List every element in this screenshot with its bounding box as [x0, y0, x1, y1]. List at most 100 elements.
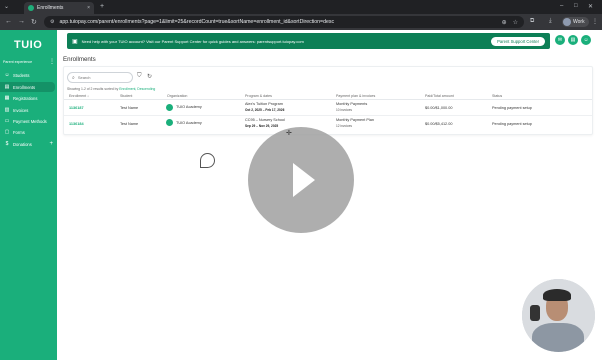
section-label: Parent experience	[3, 60, 33, 64]
expand-plus-icon[interactable]: +	[49, 141, 53, 147]
col-header-enrollment[interactable]: Enrollment ↓	[69, 94, 89, 98]
sidebar: TUIO Parent experience ⋮ ☺ Students ▤ En…	[0, 30, 57, 360]
webcam-person-body	[532, 323, 584, 352]
account-icon[interactable]: ☺	[581, 35, 591, 45]
microphone-icon	[530, 305, 540, 321]
browser-tabbar: ⌄ Enrollments × + – □ ✕	[0, 0, 602, 14]
parent-support-center-button[interactable]: Parent Support Center	[491, 36, 545, 46]
status-text: Pending payment setup	[492, 122, 532, 126]
payment-plan: Monthly Payments	[336, 102, 368, 106]
status-text: Pending payment setup	[492, 106, 532, 110]
sidebar-item-label: Forms	[13, 129, 25, 135]
org-logo	[166, 119, 173, 126]
browser-tab[interactable]: Enrollments ×	[24, 2, 94, 14]
browser-toolbar: ← → ↻ ⚙ app.tuiopay.com/parent/enrollmen…	[0, 14, 602, 30]
support-banner: ▣ Need help with your TUIO account? Visi…	[67, 33, 550, 49]
sidebar-item-label: Enrollments	[13, 84, 36, 90]
tab-favicon-icon	[28, 5, 34, 11]
sidebar-item-label: Students	[13, 72, 30, 78]
profile-avatar	[563, 18, 571, 26]
forward-icon[interactable]: →	[18, 18, 25, 25]
page-title: Enrollments	[63, 56, 96, 63]
cursor-icon: ✛	[286, 130, 292, 137]
org-logo	[166, 104, 173, 111]
reload-icon[interactable]: ↻	[31, 18, 37, 26]
site-info-icon[interactable]: ⚙	[50, 19, 54, 25]
bookmark-star-icon[interactable]: ☆	[513, 19, 518, 26]
enrollment-id-link[interactable]: 1136184	[69, 122, 84, 126]
dollar-icon: $	[5, 141, 9, 147]
url-text: app.tuiopay.com/parent/enrollments?page=…	[59, 19, 335, 25]
program-name: CC95 – Nursery School	[245, 118, 285, 122]
col-header-status[interactable]: Status	[492, 94, 502, 98]
organization-name: TUIO Academy	[176, 105, 202, 109]
speech-bubble-icon	[200, 153, 215, 168]
download-icon[interactable]: ⤓	[549, 18, 552, 25]
user-icon: ☺	[4, 72, 10, 78]
search-box[interactable]: ⌕	[67, 72, 133, 83]
row-divider	[64, 115, 592, 116]
tab-title: Enrollments	[37, 5, 64, 11]
filter-icon[interactable]: ⛉	[137, 73, 142, 80]
col-header-organization[interactable]: Organization	[167, 94, 187, 98]
chat-icon[interactable]: ✉	[555, 35, 565, 45]
maximize-icon[interactable]: □	[574, 3, 578, 9]
sidebar-item-label: Registrations	[13, 95, 38, 101]
program-dates: Sep 29 – Nov 29, 2025	[245, 124, 279, 128]
enrollment-id-link[interactable]: 1136187	[69, 106, 84, 110]
tuio-logo[interactable]: TUIO	[14, 39, 42, 51]
refresh-icon[interactable]: ↻	[147, 73, 152, 80]
col-header-program[interactable]: Program & dates	[245, 94, 272, 98]
info-icon: ▣	[72, 38, 78, 45]
sidebar-item-payment-methods[interactable]: ▭ Payment Methods	[0, 116, 57, 126]
organization-name: TUIO Academy	[176, 121, 202, 125]
search-icon: ⌕	[72, 74, 75, 81]
sidebar-item-donations[interactable]: $ Donations +	[0, 139, 57, 149]
sidebar-item-label: Payment Methods	[13, 118, 47, 124]
webcam-person-hair	[543, 289, 571, 301]
student-name: Test Name	[120, 122, 139, 126]
close-window-icon[interactable]: ✕	[588, 3, 593, 10]
form-icon: ▢	[4, 129, 10, 135]
profile-name: Work	[573, 19, 585, 25]
clipboard-icon: ▦	[4, 95, 10, 101]
invoice-icon: ▥	[4, 107, 10, 113]
back-icon[interactable]: ←	[5, 18, 12, 25]
play-icon	[293, 163, 315, 197]
sidebar-item-invoices[interactable]: ▥ Invoices	[0, 105, 57, 115]
message-icon[interactable]: ▤	[568, 35, 578, 45]
browser-menu-icon[interactable]: ⋮	[592, 18, 598, 25]
invoice-count: 12 invoices	[336, 124, 352, 128]
extensions-icon[interactable]: ⧉	[530, 18, 534, 25]
webcam-bubble	[522, 279, 595, 352]
minimize-icon[interactable]: –	[560, 3, 563, 9]
results-summary: Showing 1-2 of 2 results sorted by Enrol…	[67, 87, 155, 91]
amount: $0.00/$5,412.00	[425, 122, 453, 126]
header-divider	[64, 99, 592, 100]
tab-close-icon[interactable]: ×	[87, 5, 90, 11]
program-name: Alex's Tuition Program	[245, 102, 283, 106]
sidebar-menu-icon[interactable]: ⋮	[49, 58, 55, 65]
sidebar-item-forms[interactable]: ▢ Forms	[0, 127, 57, 137]
sidebar-item-label: Donations	[13, 141, 32, 147]
program-dates: Oct 2, 2025 – Feb 17, 2026	[245, 108, 285, 112]
student-name: Test Name	[120, 106, 139, 110]
sidebar-item-label: Invoices	[13, 107, 29, 113]
sidebar-item-students[interactable]: ☺ Students	[0, 70, 57, 80]
tab-search-icon[interactable]: ⌄	[4, 3, 9, 10]
col-header-amount[interactable]: Paid/Total amount	[425, 94, 454, 98]
profile-button[interactable]: Work	[562, 17, 589, 27]
col-header-student[interactable]: Student	[120, 94, 132, 98]
sidebar-item-enrollments[interactable]: ▤ Enrollments	[0, 82, 55, 92]
col-header-payment-plan[interactable]: Payment plan & invoices	[336, 94, 375, 98]
results-sort[interactable]: Enrollment, Descending	[119, 87, 155, 91]
new-tab-icon[interactable]: +	[100, 3, 104, 10]
zoom-icon[interactable]: ⊕	[502, 19, 507, 26]
results-prefix: Showing 1-2 of 2 results sorted by	[67, 87, 119, 91]
sidebar-item-registrations[interactable]: ▦ Registrations	[0, 93, 57, 103]
search-input[interactable]	[77, 75, 130, 80]
address-bar[interactable]: ⚙ app.tuiopay.com/parent/enrollments?pag…	[44, 16, 524, 28]
amount: $0.00/$1,000.00	[425, 106, 453, 110]
payment-plan: Monthly Payment Plan	[336, 118, 374, 122]
banner-text: Need help with your TUIO account? Visit …	[81, 38, 304, 44]
